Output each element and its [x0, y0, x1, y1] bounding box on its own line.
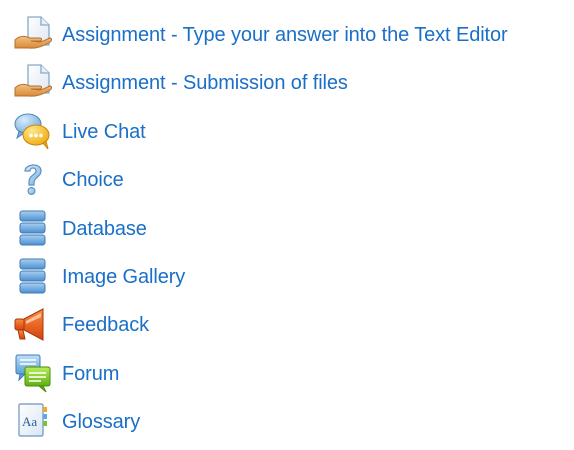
activity-link-live-chat[interactable]: Live Chat — [62, 120, 146, 144]
assignment-icon — [13, 62, 53, 102]
glossary-icon: Aa — [13, 401, 53, 441]
activity-link-database[interactable]: Database — [62, 217, 147, 241]
choice-icon — [13, 159, 53, 199]
forum-icon — [13, 353, 53, 393]
activity-link-glossary[interactable]: Glossary — [62, 410, 140, 434]
activity-link-image-gallery[interactable]: Image Gallery — [62, 265, 185, 289]
activity-link-choice[interactable]: Choice — [62, 168, 124, 192]
assignment-icon — [13, 14, 53, 54]
database-icon — [13, 256, 53, 296]
database-icon — [13, 208, 53, 248]
activity-link-assignment-text-editor[interactable]: Assignment - Type your answer into the T… — [62, 23, 508, 47]
chat-icon — [13, 111, 53, 151]
activity-link-feedback[interactable]: Feedback — [62, 313, 149, 337]
activity-link-assignment-submission[interactable]: Assignment - Submission of files — [62, 71, 348, 95]
activity-link-forum[interactable]: Forum — [62, 362, 119, 386]
feedback-icon — [13, 304, 53, 344]
svg-text:Aa: Aa — [22, 414, 37, 429]
